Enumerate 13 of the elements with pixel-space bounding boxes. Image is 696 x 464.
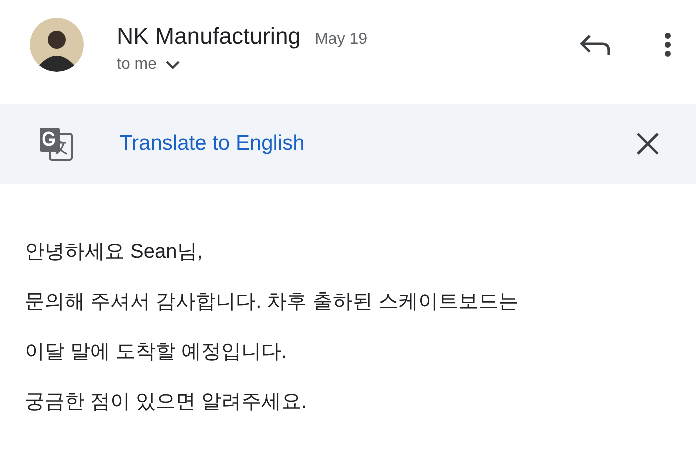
message-date: May 19 xyxy=(315,30,368,48)
reply-icon[interactable] xyxy=(580,33,612,57)
message-line: 안녕하세요 Sean님, xyxy=(25,240,204,265)
avatar-icon xyxy=(30,18,84,72)
message-line: 궁금한 점이 있으면 알려주세요. xyxy=(25,390,308,415)
translate-icon xyxy=(38,126,74,162)
more-options-icon[interactable] xyxy=(664,32,672,58)
details-chevron-icon[interactable] xyxy=(165,60,182,70)
message-line: 이달 말에 도착할 예정입니다. xyxy=(25,340,288,365)
recipient-label: to me xyxy=(117,56,158,74)
close-icon[interactable] xyxy=(636,132,660,156)
message-line: 문의해 주셔서 감사합니다. 차후 출하된 스케이트보드는 xyxy=(25,290,520,315)
sender-name: NK Manufacturing xyxy=(117,22,302,50)
